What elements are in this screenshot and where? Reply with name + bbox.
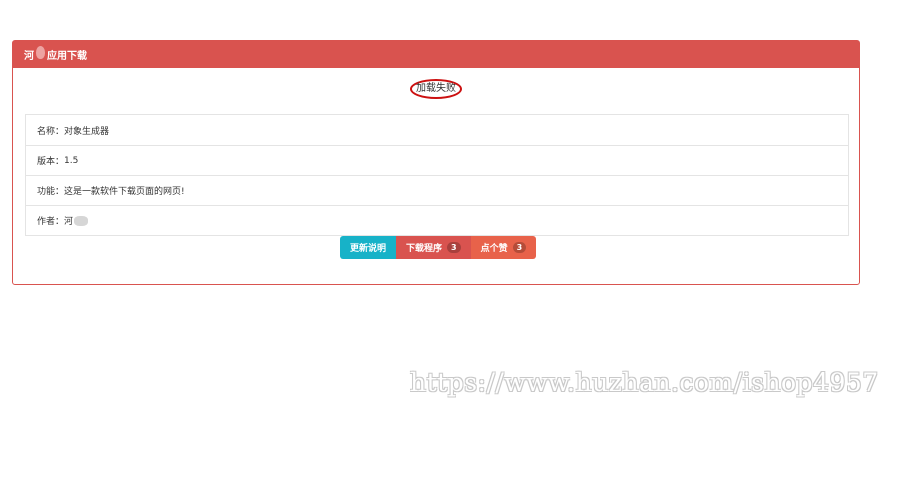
panel-title: 应用下载: [47, 51, 87, 62]
info-row-name: 名称： 对象生成器: [26, 115, 848, 145]
download-label: 下载程序: [406, 244, 443, 254]
info-row-function: 功能： 这是一款软件下载页面的网页!: [26, 175, 848, 205]
update-notes-label: 更新说明: [350, 244, 387, 254]
info-row-author: 作者： 河: [26, 205, 848, 235]
version-value: 1.5: [64, 155, 79, 166]
author-value: 河: [64, 217, 74, 227]
author-redacted-blur: [74, 215, 89, 226]
function-value: 这是一款软件下载页面的网页!: [64, 187, 185, 197]
name-value: 对象生成器: [64, 126, 110, 137]
function-label: 功能：: [37, 187, 65, 197]
author-label: 作者：: [37, 217, 65, 227]
info-row-version: 版本： 1.5: [26, 145, 848, 175]
action-button-group: 更新说明 下载程序 3 点个赞 3: [340, 236, 537, 259]
update-notes-button[interactable]: 更新说明: [340, 236, 397, 259]
panel-heading: 河 应用下载: [13, 41, 859, 68]
app-download-panel: 河 应用下载 加载失败 名称： 对象生成器 版本： 1.5 功能： 这是一款软件…: [12, 40, 860, 285]
info-table: 名称： 对象生成器 版本： 1.5 功能： 这是一款软件下载页面的网页! 作者：…: [25, 114, 849, 236]
app-image-area: 加载失败: [13, 79, 859, 99]
version-label: 版本：: [37, 157, 65, 167]
download-button[interactable]: 下载程序 3: [396, 236, 471, 259]
like-button[interactable]: 点个赞 3: [470, 236, 537, 259]
panel-title-prefix: 河: [24, 51, 34, 62]
name-label: 名称：: [37, 126, 65, 137]
like-label: 点个赞: [480, 244, 508, 254]
like-count-badge: 3: [512, 242, 527, 253]
title-redacted-blur: [36, 46, 45, 59]
download-count-badge: 3: [447, 242, 461, 253]
watermark-url: https://www.huzhan.com/ishop4957: [410, 368, 879, 397]
image-load-failed-text: 加载失败: [410, 79, 462, 99]
